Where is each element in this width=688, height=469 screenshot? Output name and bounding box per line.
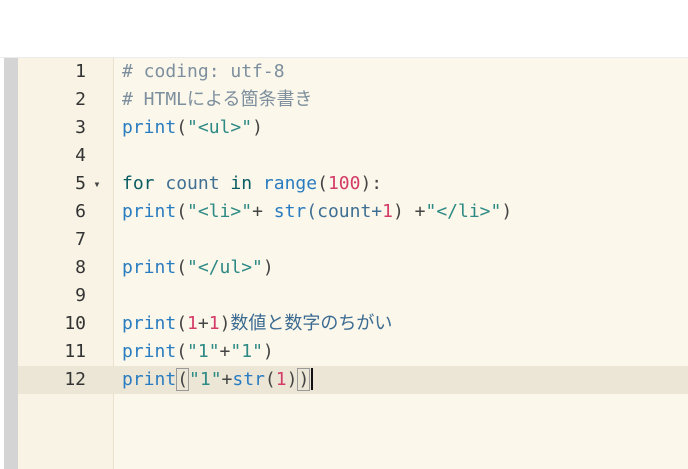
code-token: "1" (230, 341, 263, 362)
line-number: 4 (75, 145, 86, 166)
code-token: ): (360, 173, 383, 194)
code-token: in (230, 173, 253, 194)
code-token: 1 (382, 201, 393, 222)
code-token: # coding: utf-8 (122, 61, 285, 82)
code-token: "1" (189, 369, 222, 390)
fold-toggle-icon[interactable]: ▾ (91, 170, 103, 198)
code-token: print (122, 369, 177, 390)
code-token: ( (176, 368, 190, 391)
code-line[interactable]: print("</ul>") (122, 254, 274, 282)
code-token: print (122, 341, 177, 362)
code-token: str (273, 201, 307, 222)
line-number: 6 (75, 201, 86, 222)
code-token: + (219, 341, 231, 362)
text-cursor (311, 368, 314, 390)
code-token: ) + (392, 201, 426, 222)
code-token: 100 (327, 173, 361, 194)
code-text: 数値と数字のちがい (230, 313, 393, 334)
line-number: 2 (75, 89, 86, 110)
code-token: 1 (187, 313, 198, 334)
line-number: 9 (75, 285, 86, 306)
code-token: (count+ (306, 201, 383, 222)
code-line[interactable]: print(1+1)数値と数字のちがい (122, 310, 392, 338)
line-number: 12 (64, 369, 86, 390)
line-number: 3 (75, 117, 86, 138)
code-token: ) (252, 117, 263, 138)
code-token: for (122, 173, 155, 194)
code-token: + (221, 369, 233, 390)
line-number: 11 (64, 341, 86, 362)
code-line[interactable]: for count in range(100): (122, 170, 382, 198)
scrollbar[interactable] (4, 58, 18, 469)
code-line[interactable]: print("<li>"+ str(count+1) +"</li>") (122, 198, 512, 226)
code-token: 1 (208, 313, 220, 334)
code-token: print (122, 257, 177, 278)
code-token: "<ul>" (187, 117, 253, 138)
line-number: 5 (75, 173, 86, 194)
top-bar (0, 0, 688, 58)
line-number: 1 (75, 61, 86, 82)
code-token: range (262, 173, 318, 194)
code-token: "</ul>" (187, 257, 263, 278)
code-token: ) (262, 257, 274, 278)
code-line[interactable]: print("1"+str(1)) (122, 366, 314, 394)
code-token: ) (262, 341, 274, 362)
code-token: ) (219, 313, 231, 334)
code-token: ( (317, 173, 328, 194)
code-line[interactable]: print("1"+"1") (122, 338, 274, 366)
code-token: + (197, 313, 209, 334)
code-line[interactable]: # coding: utf-8 (122, 58, 285, 86)
code-token: print (122, 201, 177, 222)
line-number: 8 (75, 257, 86, 278)
code-token: count (154, 173, 231, 194)
code-token: "</li>" (425, 201, 502, 222)
code-token: # HTMLによる箇条書き (122, 89, 313, 110)
code-editor[interactable]: 1 # coding: utf-8 2 # HTMLによる箇条書き 3 print("<u… (0, 58, 688, 469)
current-line-highlight (18, 366, 688, 394)
code-token: + (252, 201, 274, 222)
code-token: print (122, 117, 177, 138)
code-token: "<li>" (187, 201, 253, 222)
code-token: ( (176, 313, 188, 334)
line-number: 10 (64, 313, 86, 334)
code-line[interactable]: # HTMLによる箇条書き (122, 86, 312, 114)
code-token: 1 (275, 369, 287, 390)
code-token: "1" (187, 341, 220, 362)
code-token: ( (176, 341, 188, 362)
line-number: 7 (75, 229, 86, 250)
code-token: ) (297, 368, 311, 391)
code-token: ) (501, 201, 513, 222)
code-token: ( (176, 257, 188, 278)
code-token: print (122, 313, 177, 334)
code-token: ( (176, 117, 188, 138)
code-line[interactable]: print("<ul>") (122, 114, 263, 142)
code-token: ( (176, 201, 188, 222)
code-token: ( (264, 369, 276, 390)
code-token: str (232, 369, 265, 390)
code-token: ) (286, 369, 298, 390)
